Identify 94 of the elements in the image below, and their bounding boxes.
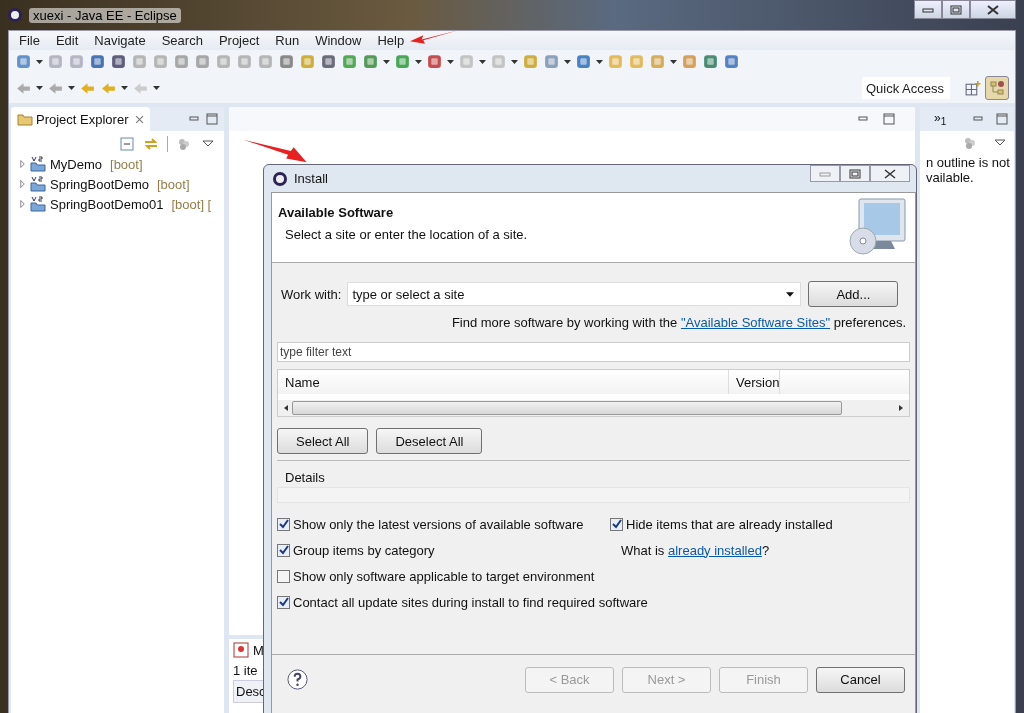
- caret-icon[interactable]: [564, 59, 571, 64]
- panel-tab[interactable]: M: [253, 642, 264, 658]
- minimize-icon: [819, 170, 831, 177]
- caret-icon[interactable]: [511, 59, 518, 64]
- minimize-button[interactable]: [810, 165, 840, 182]
- maximize-button[interactable]: [840, 165, 870, 182]
- checkmark-icon: [278, 545, 289, 555]
- option-checkbox[interactable]: Contact all update sites during install to find required software: [277, 589, 648, 615]
- close-button[interactable]: [870, 165, 910, 182]
- collapse-all-icon[interactable]: [119, 136, 135, 152]
- eclipse-icon: [7, 7, 23, 23]
- outline-message: vailable.: [925, 170, 975, 185]
- menu-item[interactable]: Window: [307, 33, 370, 48]
- close-icon: [884, 168, 896, 179]
- caret-icon[interactable]: [36, 86, 43, 90]
- menu-item[interactable]: Search: [153, 33, 211, 48]
- project-icon: [30, 156, 46, 172]
- option-checkbox[interactable]: Show only software applicable to target environment: [277, 563, 595, 589]
- select-button[interactable]: Deselect All: [376, 428, 483, 454]
- option-checkbox[interactable]: Hide items that are already installed: [610, 511, 833, 537]
- restore-icon: [849, 168, 861, 179]
- caret-icon[interactable]: [36, 59, 43, 64]
- caret-icon[interactable]: [415, 59, 422, 64]
- minimize-button[interactable]: [914, 0, 942, 19]
- info-text: Find more software by working with the "Available Software Sites" preferences.: [451, 315, 906, 330]
- menu-item[interactable]: File: [11, 33, 48, 48]
- window-title: xuexi - Java EE - Eclipse: [29, 7, 181, 23]
- menu-item[interactable]: Run: [267, 33, 308, 48]
- project-explorer-tab[interactable]: Project Explorer: [11, 107, 151, 131]
- already-installed-text: What is already installed?: [620, 542, 770, 558]
- maximize-icon[interactable]: [996, 113, 1008, 125]
- close-button[interactable]: [970, 0, 1016, 19]
- maximize-button[interactable]: [942, 0, 970, 19]
- outline-message: n outline is not: [925, 155, 1011, 170]
- horizontal-scrollbar[interactable]: [278, 400, 909, 416]
- restore-icon: [950, 4, 962, 15]
- menu-item[interactable]: Project: [210, 33, 268, 48]
- expand-arrow-icon[interactable]: [19, 200, 26, 208]
- expand-arrow-icon[interactable]: [19, 160, 26, 168]
- help-icon[interactable]: [286, 668, 309, 691]
- eclipse-icon: [272, 170, 288, 187]
- caret-icon[interactable]: [383, 59, 390, 64]
- column-header[interactable]: Name: [278, 370, 729, 394]
- menu-item[interactable]: Edit: [47, 33, 87, 48]
- expand-arrow-icon[interactable]: [19, 180, 26, 188]
- work-with-label: Work with:: [281, 286, 342, 302]
- tree-item[interactable]: SpringBootDemo [boot]: [11, 174, 224, 194]
- maximize-icon[interactable]: [206, 113, 218, 125]
- details-label: Details: [284, 470, 325, 485]
- select-button[interactable]: Select All: [277, 428, 369, 454]
- menu-item[interactable]: Help: [369, 33, 413, 48]
- option-checkbox[interactable]: Show only the latest versions of available software: [277, 511, 584, 537]
- caret-icon[interactable]: [68, 86, 75, 90]
- tree-item[interactable]: MyDemo [boot]: [11, 154, 224, 174]
- quick-access-field[interactable]: Quick Access: [862, 77, 950, 99]
- tree-item[interactable]: SpringBootDemo01 [boot] [: [11, 194, 224, 214]
- filter-field[interactable]: type filter text: [277, 342, 910, 362]
- caret-icon[interactable]: [121, 86, 128, 90]
- checkmark-icon: [611, 519, 622, 529]
- menu-item[interactable]: Navigate: [86, 33, 154, 48]
- annotation-arrow: [243, 138, 309, 164]
- caret-icon[interactable]: [670, 59, 677, 64]
- available-sites-link[interactable]: "Available Software Sites": [680, 315, 831, 330]
- project-icon: [30, 196, 46, 212]
- caret-icon[interactable]: [447, 59, 454, 64]
- dialog-description: Select a site or enter the location of a site.: [284, 227, 528, 242]
- add-button[interactable]: Add...: [808, 281, 899, 307]
- close-icon[interactable]: [135, 114, 145, 124]
- link-icon[interactable]: [143, 136, 159, 152]
- checkmark-icon: [278, 519, 289, 529]
- overflow-tab[interactable]: »$_{1}$: [934, 110, 947, 128]
- project-icon: [30, 176, 46, 192]
- dropdown-arrow-icon: [786, 291, 795, 297]
- perspective-button[interactable]: [985, 76, 1009, 100]
- caret-icon[interactable]: [479, 59, 486, 64]
- scroll-left-icon[interactable]: [284, 405, 288, 411]
- caret-icon[interactable]: [153, 86, 160, 90]
- maximize-icon[interactable]: [883, 113, 895, 125]
- site-combo[interactable]: type or select a site: [347, 282, 802, 306]
- option-checkbox[interactable]: Group items by category: [277, 537, 435, 563]
- minimize-icon: [922, 5, 934, 14]
- open-perspective-icon[interactable]: [964, 79, 981, 97]
- column-header[interactable]: Version: [729, 370, 781, 394]
- caret-icon[interactable]: [596, 59, 603, 64]
- hierarchy-icon: [989, 80, 1005, 96]
- item-count: 1 ite: [233, 662, 258, 680]
- already-installed-link[interactable]: already installed: [667, 542, 762, 558]
- close-icon: [987, 4, 999, 15]
- markers-icon: [233, 642, 249, 658]
- checkmark-icon: [278, 597, 289, 607]
- dialog-title: Install: [294, 171, 328, 186]
- dialog-heading: Available Software: [278, 205, 395, 220]
- scroll-right-icon[interactable]: [899, 405, 903, 411]
- wizard-button[interactable]: Cancel: [816, 666, 905, 693]
